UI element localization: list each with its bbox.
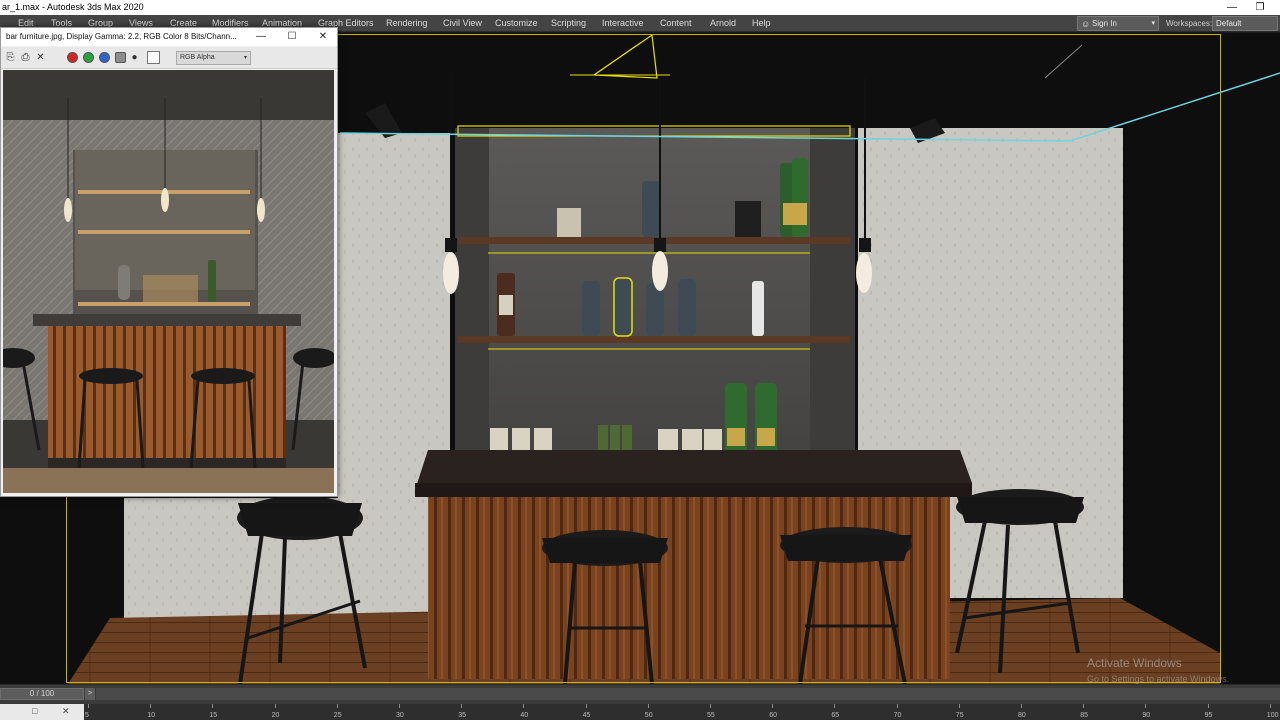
ruler-label: 65	[831, 712, 840, 719]
user-icon: ☺	[1081, 19, 1091, 29]
red-channel-toggle[interactable]	[67, 52, 78, 63]
close-icon[interactable]: ✕	[62, 706, 70, 717]
ruler-tick	[212, 704, 214, 708]
sign-in-dropdown[interactable]: ☺ Sign In ▾	[1077, 16, 1159, 31]
ruler-label: 15	[209, 712, 218, 719]
activate-windows-subtitle: Go to Settings to activate Windows.	[1087, 674, 1230, 684]
frame-buffer-toolbar: ⎘ ⎙ ✕ ● RGB Alpha ▾	[1, 47, 337, 69]
ruler-label: 95	[1204, 712, 1213, 719]
ruler-tick	[1021, 704, 1022, 708]
ruler-tick	[274, 704, 276, 708]
ruler-label: 25	[333, 712, 342, 719]
menu-help[interactable]: Help	[752, 15, 771, 32]
ruler-label: 80	[1018, 712, 1026, 719]
ruler-label: 85	[1080, 712, 1088, 719]
ruler-tick	[523, 704, 525, 708]
ruler-label: 75	[955, 712, 964, 719]
ruler-tick	[1145, 704, 1147, 708]
fb-minimize-button[interactable]: —	[250, 28, 272, 46]
ruler-label: 60	[769, 712, 777, 719]
ruler-label: 50	[644, 712, 653, 719]
reference-image-render	[3, 70, 334, 493]
fb-close-button[interactable]: ✕	[312, 28, 334, 46]
timeline: 0 / 100 > □ ✕ 5 10 15 20 25 30 35 40 45 50 55 60 65 7…	[0, 684, 1280, 720]
ruler-label: 40	[520, 712, 529, 719]
ruler-label: 5	[85, 712, 89, 719]
menu-scripting[interactable]: Scripting	[551, 15, 586, 32]
alpha-channel-toggle[interactable]	[115, 52, 126, 63]
activate-windows-title: Activate Windows	[1087, 656, 1182, 670]
ruler-label: 55	[707, 712, 715, 719]
ruler-label: 100	[1266, 712, 1279, 719]
square-icon[interactable]: □	[32, 706, 37, 716]
ruler-label: 30	[396, 712, 404, 719]
frame-buffer-window[interactable]: bar furniture.jpg, Display Gamma: 2.2, R…	[0, 27, 338, 497]
menu-customize[interactable]: Customize	[495, 15, 538, 32]
ruler-label: 70	[893, 712, 902, 719]
workspace-select[interactable]: Default	[1212, 16, 1278, 31]
workspace-value: Default	[1216, 19, 1242, 28]
chevron-down-icon: ▾	[243, 55, 247, 61]
ruler-tick	[710, 704, 711, 708]
restore-button[interactable]: ❐	[1246, 0, 1274, 15]
ruler-label: 90	[1142, 712, 1151, 719]
ruler-tick	[958, 704, 960, 708]
minimize-button[interactable]: —	[1218, 0, 1246, 15]
color-swatch[interactable]	[147, 51, 160, 64]
menu-interactive[interactable]: Interactive	[602, 15, 644, 32]
ruler-label: 10	[147, 712, 155, 719]
ruler-tick	[1269, 704, 1271, 708]
print-icon[interactable]: ⎙	[19, 51, 32, 64]
ruler-tick	[647, 704, 649, 708]
copy-icon[interactable]: ⎘	[4, 51, 17, 64]
time-track[interactable]	[96, 688, 1280, 700]
channel-select-value: RGB Alpha	[180, 54, 215, 61]
ruler-label: 35	[458, 712, 466, 719]
menu-content[interactable]: Content	[660, 15, 692, 32]
title-bar: ar_1.max - Autodesk 3ds Max 2020 — ❐	[0, 0, 1280, 15]
mini-tabs: □ ✕	[0, 704, 84, 720]
blue-channel-toggle[interactable]	[99, 52, 110, 63]
ruler-tick	[585, 704, 587, 708]
ruler-label: 45	[582, 712, 591, 719]
frame-buffer-title: bar furniture.jpg, Display Gamma: 2.2, R…	[6, 32, 237, 41]
ruler-tick	[461, 704, 463, 708]
ruler-tick	[896, 704, 898, 708]
ruler-tick	[1083, 704, 1085, 708]
ruler-tick	[150, 704, 152, 708]
workspaces-label: Workspaces:	[1166, 19, 1213, 28]
window-title: ar_1.max - Autodesk 3ds Max 2020	[2, 2, 144, 12]
frame-buffer-title-bar[interactable]: bar furniture.jpg, Display Gamma: 2.2, R…	[1, 28, 337, 46]
menu-rendering[interactable]: Rendering	[386, 15, 428, 32]
sign-in-label: Sign In	[1092, 19, 1117, 28]
chevron-down-icon: ▾	[1151, 20, 1155, 27]
next-frame-button[interactable]: >	[85, 688, 95, 700]
ruler-tick	[834, 704, 836, 708]
app-window: ar_1.max - Autodesk 3ds Max 2020 — ❐ Edi…	[0, 0, 1280, 720]
channel-select[interactable]: RGB Alpha ▾	[176, 51, 251, 65]
menu-arnold[interactable]: Arnold	[710, 15, 736, 32]
clear-icon[interactable]: ✕	[34, 51, 47, 64]
frame-ruler[interactable]: 5 10 15 20 25 30 35 40 45 50 55 60 65 70 75 80 85 90 95 100	[84, 704, 1280, 720]
ruler-tick	[88, 704, 89, 708]
menu-civil-view[interactable]: Civil View	[443, 15, 482, 32]
frame-display: 0 / 100	[29, 689, 55, 698]
ruler-tick	[399, 704, 400, 708]
green-channel-toggle[interactable]	[83, 52, 94, 63]
ruler-tick	[336, 704, 338, 708]
ruler-tick	[1207, 704, 1209, 708]
ruler-label: 20	[271, 712, 280, 719]
reference-image	[3, 70, 334, 493]
fb-maximize-button[interactable]: ☐	[281, 28, 303, 46]
ruler-tick	[772, 704, 774, 708]
mono-icon[interactable]: ●	[128, 51, 141, 64]
time-slider[interactable]: 0 / 100	[0, 688, 84, 700]
